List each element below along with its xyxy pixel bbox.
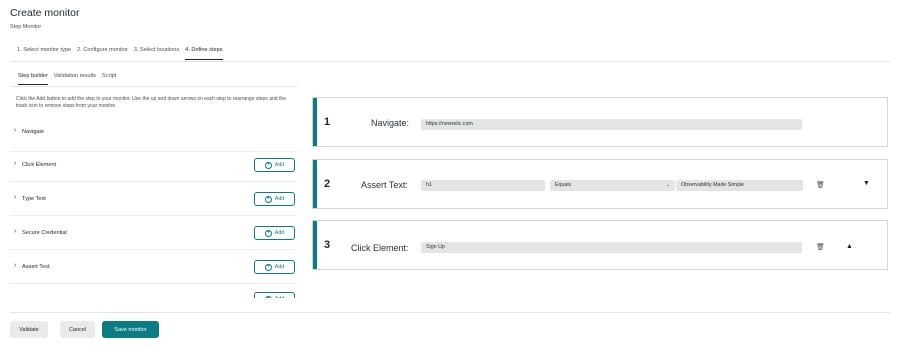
step-type-secure-credential[interactable]: › Secure Credential + Add [10, 216, 297, 250]
condition-select[interactable]: Equals ⌄ [550, 180, 675, 191]
step-type-label: Secure Credential [22, 230, 67, 236]
plus-circle-icon: + [264, 263, 272, 271]
step-type-type-text[interactable]: › Type Text + Add [10, 182, 297, 216]
plus-circle-icon: + [264, 229, 272, 237]
step-type-assert-text[interactable]: › Assert Text + Add [10, 250, 297, 284]
wizard-step-locations[interactable]: 3. Select locations [134, 47, 179, 60]
step-accent-bar [313, 98, 317, 146]
step-accent-bar [313, 160, 317, 208]
step-number: 3 [324, 239, 331, 251]
add-secure-credential-button[interactable]: + Add [254, 226, 295, 240]
selector-field[interactable]: h1 [421, 180, 545, 191]
step-type: Assert Text: [361, 180, 408, 190]
cancel-button[interactable]: Cancel [60, 321, 95, 338]
chevron-down-icon: ⌄ [665, 182, 670, 188]
tab-validation-results[interactable]: Validation results [54, 73, 96, 85]
trash-icon[interactable]: 🗑 [816, 181, 825, 189]
wizard-step-select-type[interactable]: 1. Select monitor type [17, 47, 71, 60]
add-partial-button[interactable]: +Add [254, 292, 295, 298]
add-click-element-button[interactable]: + Add [254, 158, 295, 172]
subtabs: Step builder Validation results Script [18, 73, 122, 85]
step-number: 1 [324, 116, 331, 128]
step-type-label: Navigate [22, 129, 45, 135]
wizard-divider [10, 61, 890, 62]
chevron-right-icon[interactable]: › [14, 228, 16, 235]
url-field[interactable]: https://newrelic.com [421, 119, 802, 130]
step-type-navigate[interactable]: › Navigate [10, 118, 297, 152]
step-type-label: Assert Text [22, 264, 50, 270]
chevron-right-icon[interactable]: › [14, 194, 16, 201]
step-type-label: Type Text [22, 196, 46, 202]
chevron-right-icon[interactable]: › [14, 160, 16, 167]
step-card-1[interactable]: 1 Navigate: https://newrelic.com [312, 97, 888, 147]
step-type: Navigate: [371, 118, 410, 128]
validate-button[interactable]: Validate [10, 321, 48, 338]
plus-circle-icon: + [264, 195, 272, 203]
step-card-2[interactable]: 2 Assert Text: h1 Equals ⌄ Observability… [312, 159, 888, 209]
step-accent-bar [313, 221, 317, 269]
step-card-3[interactable]: 3 Click Element: Sign Up 🗑 ▲ [312, 220, 888, 270]
plus-circle-icon: + [264, 161, 272, 169]
selector-field[interactable]: Sign Up [421, 242, 802, 253]
page-title: Create monitor [10, 7, 80, 19]
wizard-step-configure[interactable]: 2. Configure monitor [77, 47, 128, 60]
plus-circle-icon: + [264, 295, 272, 298]
tab-step-builder[interactable]: Step builder [18, 73, 48, 85]
step-type-label: Click Element [22, 162, 57, 168]
wizard-steps: 1. Select monitor type 2. Configure moni… [17, 47, 229, 60]
instructions-text: Click the Add button to add the step to … [16, 96, 286, 109]
chevron-right-icon[interactable]: › [14, 262, 16, 269]
add-type-text-button[interactable]: + Add [254, 192, 295, 206]
caret-up-icon[interactable]: ▲ [846, 243, 853, 250]
chevron-right-icon[interactable]: › [14, 127, 16, 134]
value-field[interactable]: Observability Made Simple [676, 180, 803, 191]
step-type: Click Element: [351, 243, 409, 253]
footer-divider [10, 312, 890, 313]
caret-down-icon[interactable]: ▼ [863, 180, 870, 187]
add-assert-text-button[interactable]: + Add [254, 260, 295, 274]
save-monitor-button[interactable]: Save monitor [102, 321, 159, 338]
tab-script[interactable]: Script [102, 73, 116, 85]
wizard-step-define-steps[interactable]: 4. Define steps [185, 47, 223, 60]
page-subtitle: Step Monitor [10, 24, 42, 30]
trash-icon[interactable]: 🗑 [816, 243, 825, 251]
step-type-list[interactable]: › Navigate › Click Element + Add › Type T… [10, 118, 297, 298]
step-type-click-element[interactable]: › Click Element + Add [10, 148, 297, 182]
step-number: 2 [324, 178, 331, 190]
step-type-partial[interactable]: +Add [10, 284, 297, 298]
subtabs-divider [10, 86, 297, 87]
